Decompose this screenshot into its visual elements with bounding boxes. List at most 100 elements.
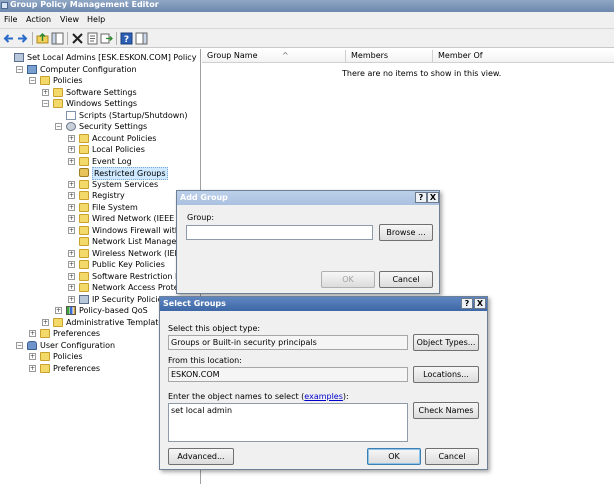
folder-icon (40, 329, 50, 338)
menu-action[interactable]: Action (26, 15, 51, 24)
expand-icon[interactable]: + (68, 134, 75, 142)
select-groups-cancel-button[interactable]: Cancel (425, 448, 479, 465)
browse-button[interactable]: Browse ... (379, 224, 433, 241)
expand-icon[interactable]: + (68, 261, 75, 268)
add-group-help-button[interactable]: ? (415, 192, 427, 203)
expand-icon[interactable]: + (29, 353, 36, 360)
add-group-close-button[interactable]: X (427, 192, 439, 203)
folder-icon (53, 99, 63, 108)
export-list-icon[interactable] (100, 32, 113, 45)
select-groups-help-button[interactable]: ? (461, 298, 473, 309)
tree-item-label: Windows Settings (66, 99, 138, 108)
collapse-icon[interactable]: − (16, 341, 23, 349)
expand-icon[interactable]: + (68, 284, 75, 291)
folder-icon (79, 237, 89, 246)
expand-icon[interactable]: + (68, 272, 75, 280)
user-icon (27, 340, 37, 350)
menu-view[interactable]: View (60, 15, 79, 24)
add-group-title-bar[interactable]: Add Group (177, 191, 439, 205)
expand-icon[interactable]: + (68, 203, 75, 211)
up-folder-icon[interactable] (36, 32, 49, 45)
expand-icon[interactable]: + (68, 180, 75, 188)
tree-item-label: System Services (92, 179, 159, 189)
locations-button[interactable]: Locations... (413, 366, 479, 383)
expand-icon[interactable]: + (29, 330, 36, 337)
tree-item-label: Registry (92, 191, 125, 200)
tree-item-label: Software Settings (66, 87, 137, 97)
folder-icon (79, 271, 89, 281)
tree-item-label: Local Policies (92, 145, 145, 154)
expand-icon[interactable]: + (68, 249, 75, 257)
folder-icon (79, 248, 89, 258)
folder-icon (79, 191, 89, 200)
group-input[interactable] (186, 225, 373, 240)
column-member-of[interactable]: Member Of (433, 50, 614, 63)
expand-icon[interactable]: + (29, 364, 36, 372)
tree-item-label: File System (92, 202, 138, 212)
object-types-button[interactable]: Object Types... (413, 334, 479, 351)
folder-icon (53, 87, 63, 97)
properties-icon[interactable] (86, 32, 99, 45)
expand-icon[interactable]: + (68, 295, 75, 303)
menu-help[interactable]: Help (87, 15, 105, 24)
action-pane-icon[interactable] (135, 32, 148, 45)
empty-list-message: There are no items to show in this view. (342, 69, 502, 78)
expand-icon[interactable]: + (55, 307, 62, 314)
add-group-cancel-button[interactable]: Cancel (379, 271, 433, 288)
expand-icon[interactable]: + (42, 318, 49, 326)
examples-link[interactable]: examples (304, 392, 343, 401)
folder-icon (79, 156, 89, 166)
tree-item-label: Account Policies (92, 133, 157, 143)
forward-arrow-icon[interactable] (16, 32, 29, 45)
gear-icon (66, 122, 76, 131)
object-names-input[interactable]: set local admin (168, 403, 408, 442)
select-groups-title-bar[interactable]: Select Groups (160, 297, 487, 311)
tree-item-label: Computer Configuration (40, 64, 137, 74)
column-members[interactable]: Members (346, 50, 433, 63)
tree-item-label: Preferences (53, 363, 101, 373)
lock-folder-icon (79, 168, 89, 177)
computer-icon (27, 64, 37, 74)
add-group-ok-button[interactable]: OK (321, 271, 375, 288)
folder-icon (40, 363, 50, 373)
collapse-icon[interactable]: − (16, 65, 23, 73)
folder-icon (40, 352, 50, 361)
collapse-icon[interactable]: − (55, 123, 62, 130)
select-groups-close-button[interactable]: X (474, 298, 486, 309)
expand-icon[interactable]: + (68, 215, 75, 222)
expand-icon[interactable]: + (42, 88, 49, 96)
expand-icon[interactable]: + (68, 226, 75, 234)
toolbar: ? (0, 29, 614, 48)
location-field: ESKON.COM (168, 367, 408, 382)
select-groups-title: Select Groups (163, 299, 226, 308)
select-groups-ok-button[interactable]: OK (367, 448, 421, 465)
back-arrow-icon[interactable] (2, 32, 15, 45)
tree-item-label: Policies (53, 76, 83, 85)
help-icon[interactable]: ? (120, 32, 133, 45)
window-title-bar[interactable]: Group Policy Management Editor (0, 0, 614, 12)
expand-icon[interactable]: + (68, 146, 75, 153)
folder-icon (79, 133, 89, 143)
sort-ascending-icon: ^ (282, 51, 289, 60)
folder-icon (79, 283, 89, 292)
window-title: Group Policy Management Editor (10, 0, 159, 9)
column-group-name[interactable]: Group Name ^ (202, 50, 346, 63)
expand-icon[interactable]: + (68, 192, 75, 199)
menu-file[interactable]: File (4, 15, 17, 24)
object-names-label-suffix: ): (342, 392, 349, 401)
show-hide-tree-icon[interactable] (51, 32, 64, 45)
folder-icon (79, 225, 89, 235)
menu-bar: File Action View Help (0, 12, 614, 29)
delete-icon[interactable] (71, 32, 84, 45)
folder-icon (79, 145, 89, 154)
column-group-name-label: Group Name (207, 51, 258, 60)
policy-icon (79, 294, 89, 304)
collapse-icon[interactable]: − (29, 77, 36, 84)
add-group-title: Add Group (180, 193, 228, 202)
collapse-icon[interactable]: − (42, 100, 49, 107)
app-icon (1, 2, 8, 9)
folder-icon (53, 317, 63, 327)
expand-icon[interactable]: + (68, 157, 75, 165)
advanced-button[interactable]: Advanced... (168, 448, 234, 465)
check-names-button[interactable]: Check Names (413, 402, 479, 419)
